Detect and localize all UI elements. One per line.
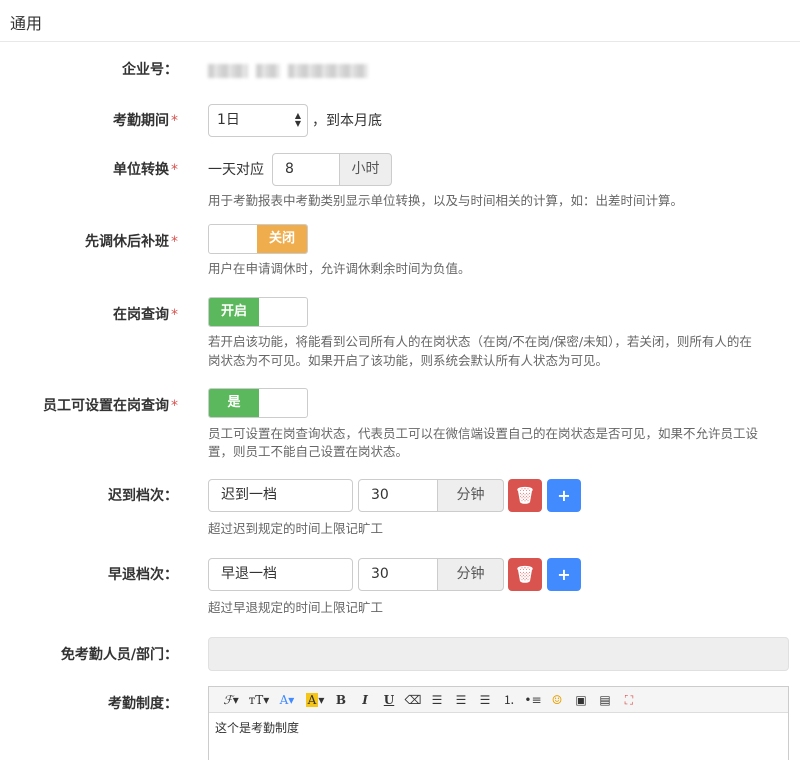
self-presence-label: 员工可设置在岗查询 *: [43, 398, 178, 414]
font-color-icon[interactable]: A▾: [273, 689, 301, 711]
late-delete-button[interactable]: 🗑: [508, 479, 542, 512]
period-label: 考勤期间 *: [113, 113, 178, 129]
align-left-icon[interactable]: ☰: [425, 689, 449, 711]
early-name-input[interactable]: 早退一档: [208, 558, 353, 591]
swap-toggle[interactable]: 关闭: [208, 224, 308, 254]
early-unit-addon: 分钟: [437, 558, 504, 591]
late-name-input[interactable]: 迟到一档: [208, 479, 353, 512]
swap-toggle-knob: 关闭: [257, 225, 307, 253]
early-delete-button[interactable]: 🗑: [508, 558, 542, 591]
align-right-icon[interactable]: ☰: [473, 689, 497, 711]
self-presence-toggle-knob: 是: [209, 389, 259, 417]
period-select-value: 1日: [217, 112, 240, 128]
self-presence-toggle[interactable]: 是: [208, 388, 308, 418]
late-hint: 超过迟到规定的时间上限记旷工: [208, 521, 384, 536]
exempt-selector[interactable]: [208, 637, 789, 671]
font-family-icon[interactable]: ℱ▾: [217, 689, 245, 711]
swap-label: 先调休后补班 *: [85, 234, 178, 250]
company-id-label: 企业号：: [122, 62, 178, 78]
ordered-list-icon[interactable]: ⒈: [497, 689, 521, 711]
presence-hint-line1: 若开启该功能，将能看到公司所有人的在岗状态（在岗/不在岗/保密/未知），若关闭，…: [208, 334, 752, 349]
font-size-icon[interactable]: тT▾: [245, 689, 273, 711]
presence-label: 在岗查询 *: [113, 307, 178, 323]
late-add-button[interactable]: +: [547, 479, 581, 512]
unit-label: 单位转换 *: [113, 162, 178, 178]
early-minutes-input[interactable]: 30: [358, 558, 438, 591]
italic-icon[interactable]: I: [353, 689, 377, 711]
title-divider: [0, 41, 800, 42]
align-center-icon[interactable]: ☰: [449, 689, 473, 711]
unit-addon: 小时: [339, 153, 392, 186]
unordered-list-icon[interactable]: •≡: [521, 689, 545, 711]
self-presence-hint-line1: 员工可设置在岗查询状态，代表员工可以在微信端设置自己的在岗状态是否可见，如果不允…: [208, 426, 759, 441]
fullscreen-icon[interactable]: ⛶: [617, 689, 641, 711]
late-minutes-input[interactable]: 30: [358, 479, 438, 512]
emoji-icon[interactable]: ☺: [545, 689, 569, 711]
swap-hint: 用户在申请调休时，允许调休剩余时间为负值。: [208, 261, 471, 276]
company-id-blurred-2: [256, 64, 280, 78]
bold-icon[interactable]: B: [329, 689, 353, 711]
plus-icon: +: [557, 486, 571, 505]
company-id-blurred-3: [288, 64, 368, 78]
exempt-label: 免考勤人员/部门：: [60, 647, 178, 663]
period-suffix: ，到本月底: [312, 113, 382, 129]
early-add-button[interactable]: +: [547, 558, 581, 591]
unit-prefix: 一天对应: [208, 162, 264, 178]
underline-icon[interactable]: U: [377, 689, 401, 711]
presence-hint-line2: 岗状态为不可见。如果开启了该功能，则系统会默认所有人状态为可见。: [208, 353, 609, 368]
unit-hours-input[interactable]: 8: [272, 153, 340, 186]
unit-hint: 用于考勤报表中考勤类别显示单位转换，以及与时间相关的计算，如：出差时间计算。: [208, 193, 684, 208]
late-unit-addon: 分钟: [437, 479, 504, 512]
eraser-icon[interactable]: ⌫: [401, 689, 425, 711]
plus-icon: +: [557, 565, 571, 584]
company-id-blurred-1: [208, 64, 248, 78]
trash-icon: 🗑: [514, 486, 536, 505]
editor-content[interactable]: 这个是考勤制度: [209, 713, 788, 742]
highlight-color-icon[interactable]: A ▾: [301, 689, 329, 711]
source-code-icon[interactable]: ▤: [593, 689, 617, 711]
policy-editor[interactable]: ℱ▾ тT▾ A▾ A ▾ B I U ⌫ ☰ ☰ ☰ ⒈ •≡ ☺ ▣ ▤ ⛶ …: [208, 686, 789, 760]
image-icon[interactable]: ▣: [569, 689, 593, 711]
editor-toolbar: ℱ▾ тT▾ A▾ A ▾ B I U ⌫ ☰ ☰ ☰ ⒈ •≡ ☺ ▣ ▤ ⛶: [209, 687, 788, 713]
trash-icon: 🗑: [514, 565, 536, 584]
section-title: 通用: [10, 14, 43, 33]
early-hint: 超过早退规定的时间上限记旷工: [208, 600, 384, 615]
late-label: 迟到档次：: [108, 488, 178, 504]
early-label: 早退档次：: [108, 567, 178, 583]
presence-toggle[interactable]: 开启: [208, 297, 308, 327]
period-select[interactable]: 1日 ▲ ▼: [208, 104, 308, 137]
policy-label: 考勤制度：: [108, 696, 178, 712]
select-arrows-icon: ▲ ▼: [294, 111, 301, 128]
presence-toggle-knob: 开启: [209, 298, 259, 326]
self-presence-hint-line2: 置，则员工不能自己设置在岗状态。: [208, 444, 409, 459]
